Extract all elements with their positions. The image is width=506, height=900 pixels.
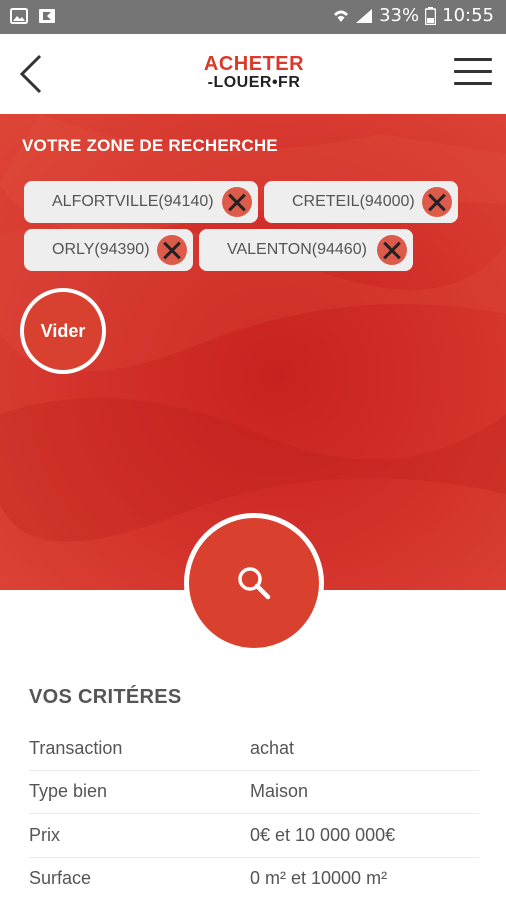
hamburger-icon-bar [454, 82, 492, 85]
logo[interactable]: ACHETER -LOUER•FR [203, 54, 305, 92]
criteria-row: Type bien Maison [29, 771, 479, 814]
gallery-icon [10, 8, 28, 24]
clear-zones-button[interactable]: Vider [20, 288, 106, 374]
flipboard-icon [39, 9, 55, 23]
criteria-value: achat [250, 737, 295, 758]
hamburger-icon-bar [454, 58, 492, 61]
criteria-label: Type bien [29, 781, 108, 802]
chip-label: CRETEIL(94000) [292, 193, 415, 210]
logo-top-text: ACHETER [203, 53, 305, 75]
criteria-label: Transaction [29, 737, 123, 758]
criteria-value: Maison [250, 781, 309, 802]
criteria-label: Surface [29, 868, 92, 889]
zone-chip[interactable]: CRETEIL(94000) [264, 181, 458, 223]
search-icon [238, 567, 271, 600]
battery-percent: 33% [379, 5, 420, 26]
menu-button[interactable] [454, 58, 494, 90]
zone-chip[interactable]: VALENTON(94460) [199, 229, 413, 271]
chip-label: VALENTON(94460) [227, 241, 367, 258]
remove-chip-icon[interactable] [157, 235, 187, 265]
zone-title: VOTRE ZONE DE RECHERCHE [22, 136, 278, 155]
criteria-table: Transaction achat Type bien Maison Prix … [29, 727, 479, 900]
system-status: 33% 10:55 [333, 5, 494, 26]
wifi-icon [334, 10, 349, 22]
remove-chip-icon[interactable] [222, 187, 252, 217]
logo-bottom-text: -LOUER•FR [207, 74, 301, 91]
back-button[interactable] [14, 52, 54, 96]
criteria-row: Surface 0 m² et 10000 m² [29, 858, 479, 900]
criteria-value: 0 m² et 10000 m² [250, 868, 388, 889]
status-bar: 33% 10:55 [0, 0, 506, 34]
app-header: ACHETER -LOUER•FR [0, 34, 506, 114]
battery-icon [425, 6, 437, 25]
search-button[interactable] [184, 513, 324, 653]
signal-icon [356, 8, 373, 23]
zone-chip[interactable]: ALFORTVILLE(94140) [24, 181, 258, 223]
criteria-row: Prix 0€ et 10 000 000€ [29, 814, 479, 858]
notification-icons [10, 8, 56, 24]
remove-chip-icon[interactable] [422, 187, 452, 217]
zone-chip[interactable]: ORLY(94390) [24, 229, 193, 271]
chip-label: ALFORTVILLE(94140) [52, 193, 214, 210]
criteria-value: 0€ et 10 000 000€ [250, 824, 396, 845]
criteria-label: Prix [29, 824, 60, 845]
criteria-row: Transaction achat [29, 727, 479, 771]
chip-label: ORLY(94390) [52, 241, 150, 258]
criteria-title: VOS CRITÉRES [29, 686, 182, 708]
remove-chip-icon[interactable] [377, 235, 407, 265]
clock: 10:55 [442, 5, 494, 26]
chevron-left-icon [19, 54, 42, 94]
hamburger-icon-bar [454, 70, 492, 73]
